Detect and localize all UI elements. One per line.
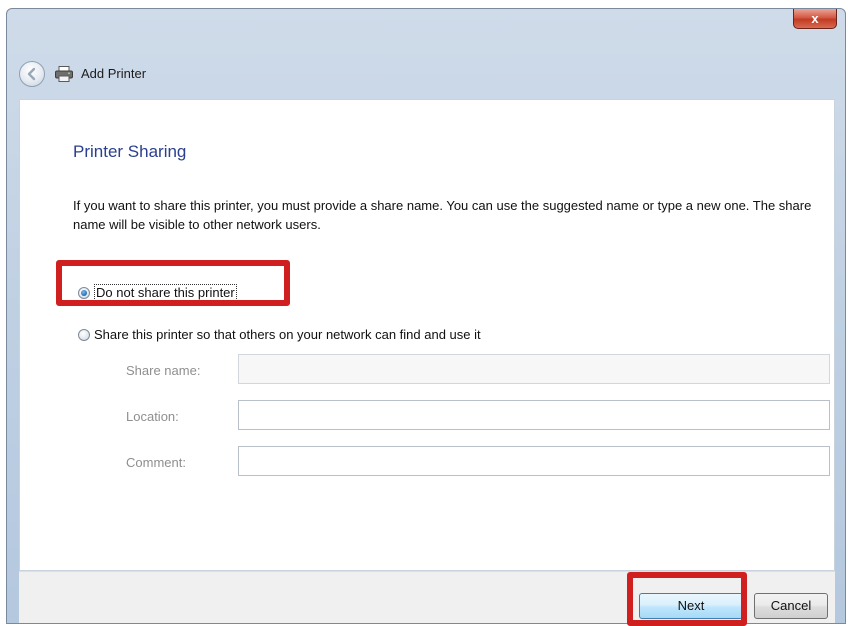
do-not-share-option[interactable]: Do not share this printer	[78, 284, 237, 301]
location-label: Location:	[126, 409, 179, 424]
wizard-content: Printer Sharing If you want to share thi…	[19, 99, 835, 571]
next-button[interactable]: Next	[639, 593, 743, 619]
title-bar: x Add Printer	[7, 9, 845, 93]
cancel-button[interactable]: Cancel	[754, 593, 828, 619]
comment-field[interactable]	[238, 446, 830, 476]
share-name-label: Share name:	[126, 363, 201, 378]
back-button[interactable]	[19, 61, 45, 87]
comment-label: Comment:	[126, 455, 186, 470]
share-option[interactable]: Share this printer so that others on you…	[78, 327, 481, 342]
page-heading: Printer Sharing	[73, 142, 187, 161]
back-arrow-icon	[27, 67, 36, 81]
close-icon: x	[811, 11, 819, 26]
window-title: Add Printer	[81, 66, 147, 81]
do-not-share-radio[interactable]	[78, 286, 90, 299]
do-not-share-label[interactable]: Do not share this printer	[94, 284, 237, 301]
share-radio[interactable]	[78, 328, 90, 341]
printer-icon	[55, 66, 73, 82]
share-label[interactable]: Share this printer so that others on you…	[94, 327, 481, 342]
wizard-footer: Next Cancel	[19, 571, 835, 623]
add-printer-window: x Add Printer Printer Sharing If you wan…	[6, 8, 846, 624]
page-description: If you want to share this printer, you m…	[73, 198, 812, 232]
share-name-field[interactable]	[238, 354, 830, 384]
close-button[interactable]: x	[793, 9, 837, 29]
location-field[interactable]	[238, 400, 830, 430]
